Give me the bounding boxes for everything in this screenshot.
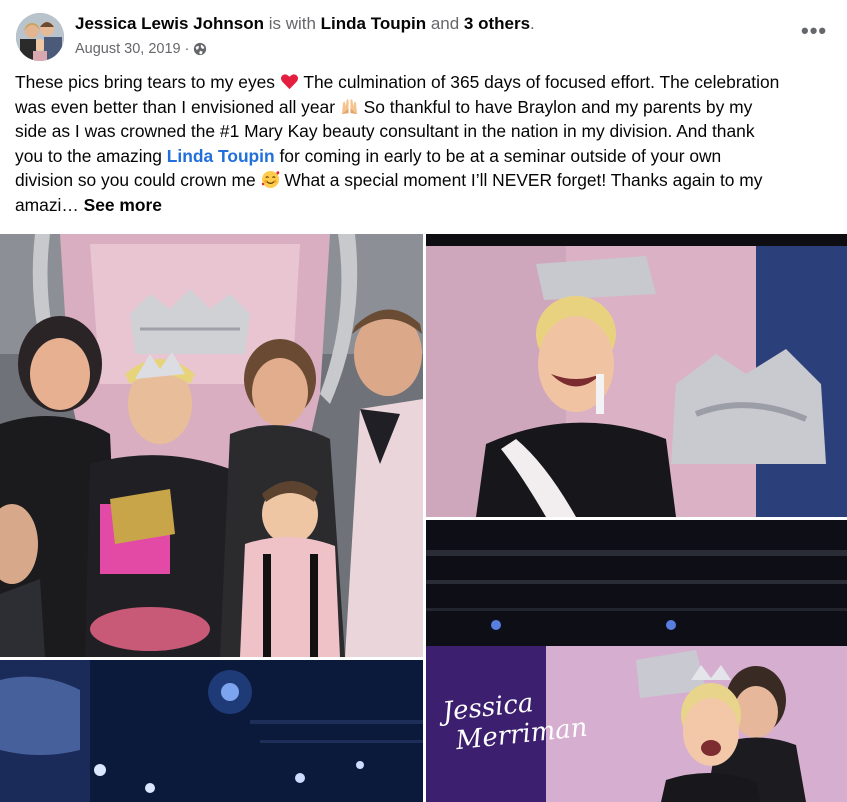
message-line: These pics bring tears to my eyes The cu… (15, 70, 837, 95)
message-text: What a special moment I’ll NEVER forget!… (279, 170, 763, 190)
message-text: division so you could crown me (15, 170, 256, 190)
and-text: and (426, 14, 464, 33)
post-meta: August 30, 2019 · (75, 41, 207, 57)
meta-separator: · (184, 41, 190, 57)
post-header: Jessica Lewis Johnson is with Linda Toup… (0, 0, 847, 66)
message-text: So thankful to have Braylon and my paren… (358, 96, 753, 117)
tagged-friend[interactable]: Linda Toupin (321, 14, 426, 33)
message-text: was even better than I envisioned all ye… (15, 96, 335, 117)
message-line: was even better than I envisioned all ye… (15, 95, 837, 120)
author-avatar[interactable] (16, 13, 64, 61)
red-heart-emoji (280, 72, 299, 91)
message-text: These pics bring tears to my eyes (15, 72, 276, 92)
globe-icon[interactable] (193, 42, 207, 56)
post-message: These pics bring tears to my eyes The cu… (15, 70, 837, 217)
post-date[interactable]: August 30, 2019 (75, 41, 181, 57)
photo-screen-crowning[interactable]: Jessica Merriman (426, 520, 847, 802)
photo-arena-lights[interactable] (0, 660, 423, 802)
message-text: for coming in early to be at a seminar o… (274, 145, 722, 166)
message-text: amazi… (15, 194, 84, 215)
with-text: is with (263, 14, 321, 33)
mention-link[interactable]: Linda Toupin (167, 146, 275, 166)
smiling-face-with-hearts-emoji (261, 170, 280, 189)
author-name[interactable]: Jessica Lewis Johnson (75, 14, 264, 33)
message-line: side as I was crowned the #1 Mary Kay be… (15, 119, 837, 144)
photo-group-crowning[interactable] (0, 234, 423, 657)
photo-grid: Jessica Merriman (0, 234, 847, 802)
message-text: you to the amazing (15, 145, 167, 166)
others-link[interactable]: 3 others (464, 14, 530, 33)
raising-hands-emoji (340, 97, 359, 116)
message-text: The culmination of 365 days of focused e… (298, 72, 780, 92)
message-line: division so you could crown me What a sp… (15, 168, 837, 193)
message-line: you to the amazing Linda Toupin for comi… (15, 144, 837, 169)
message-line: amazi… See more (15, 193, 837, 218)
see-more-link[interactable]: See more (84, 195, 162, 215)
more-options-icon[interactable]: ••• (801, 20, 826, 42)
period: . (530, 14, 535, 33)
message-text: side as I was crowned the #1 Mary Kay be… (15, 121, 755, 141)
author-line: Jessica Lewis Johnson is with Linda Toup… (75, 14, 535, 34)
photo-screen-laughing[interactable] (426, 234, 847, 517)
